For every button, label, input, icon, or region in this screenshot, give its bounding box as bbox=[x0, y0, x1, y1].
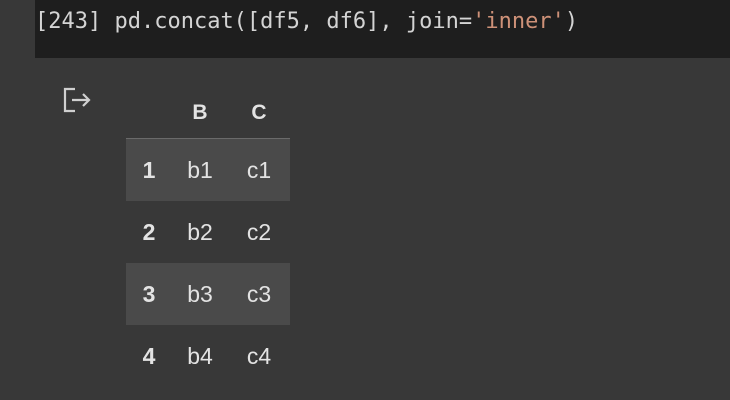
cell-b: b2 bbox=[187, 218, 213, 245]
output-redirect-icon[interactable] bbox=[62, 86, 94, 114]
cell-b: b3 bbox=[187, 280, 213, 307]
header-b: B bbox=[172, 88, 228, 139]
cell-c: c4 bbox=[246, 342, 272, 369]
row-index: 4 bbox=[142, 342, 156, 369]
table-row: 1 b1 c1 bbox=[126, 138, 290, 201]
cell-c: c2 bbox=[246, 218, 272, 245]
code-text-closing: ) bbox=[564, 9, 579, 34]
table-row: 4 b4 c4 bbox=[126, 325, 290, 387]
header-index bbox=[126, 88, 172, 139]
execution-count: [243] bbox=[35, 9, 102, 34]
cell-b: b4 bbox=[187, 342, 213, 369]
table-row: 3 b3 c3 bbox=[126, 263, 290, 325]
cell-b: b1 bbox=[187, 156, 213, 183]
code-string-literal: 'inner' bbox=[472, 9, 565, 34]
code-line[interactable]: [243] pd.concat([df5, df6], join='inner'… bbox=[35, 4, 578, 40]
row-index: 2 bbox=[142, 218, 156, 245]
table-header-row: B C bbox=[126, 88, 290, 139]
code-text: pd.concat([df5, df6], join= bbox=[101, 9, 473, 34]
cell-c: c3 bbox=[246, 280, 272, 307]
dataframe-table: B C 1 b1 c1 2 b2 c2 3 b3 c3 4 b4 c4 bbox=[126, 88, 290, 387]
code-cell[interactable]: [243] pd.concat([df5, df6], join='inner'… bbox=[35, 0, 730, 58]
header-c: C bbox=[228, 88, 290, 139]
row-index: 3 bbox=[142, 280, 156, 307]
cell-c: c1 bbox=[246, 156, 272, 183]
row-index: 1 bbox=[142, 156, 156, 183]
notebook-page: [243] pd.concat([df5, df6], join='inner'… bbox=[0, 0, 730, 400]
table-row: 2 b2 c2 bbox=[126, 201, 290, 263]
